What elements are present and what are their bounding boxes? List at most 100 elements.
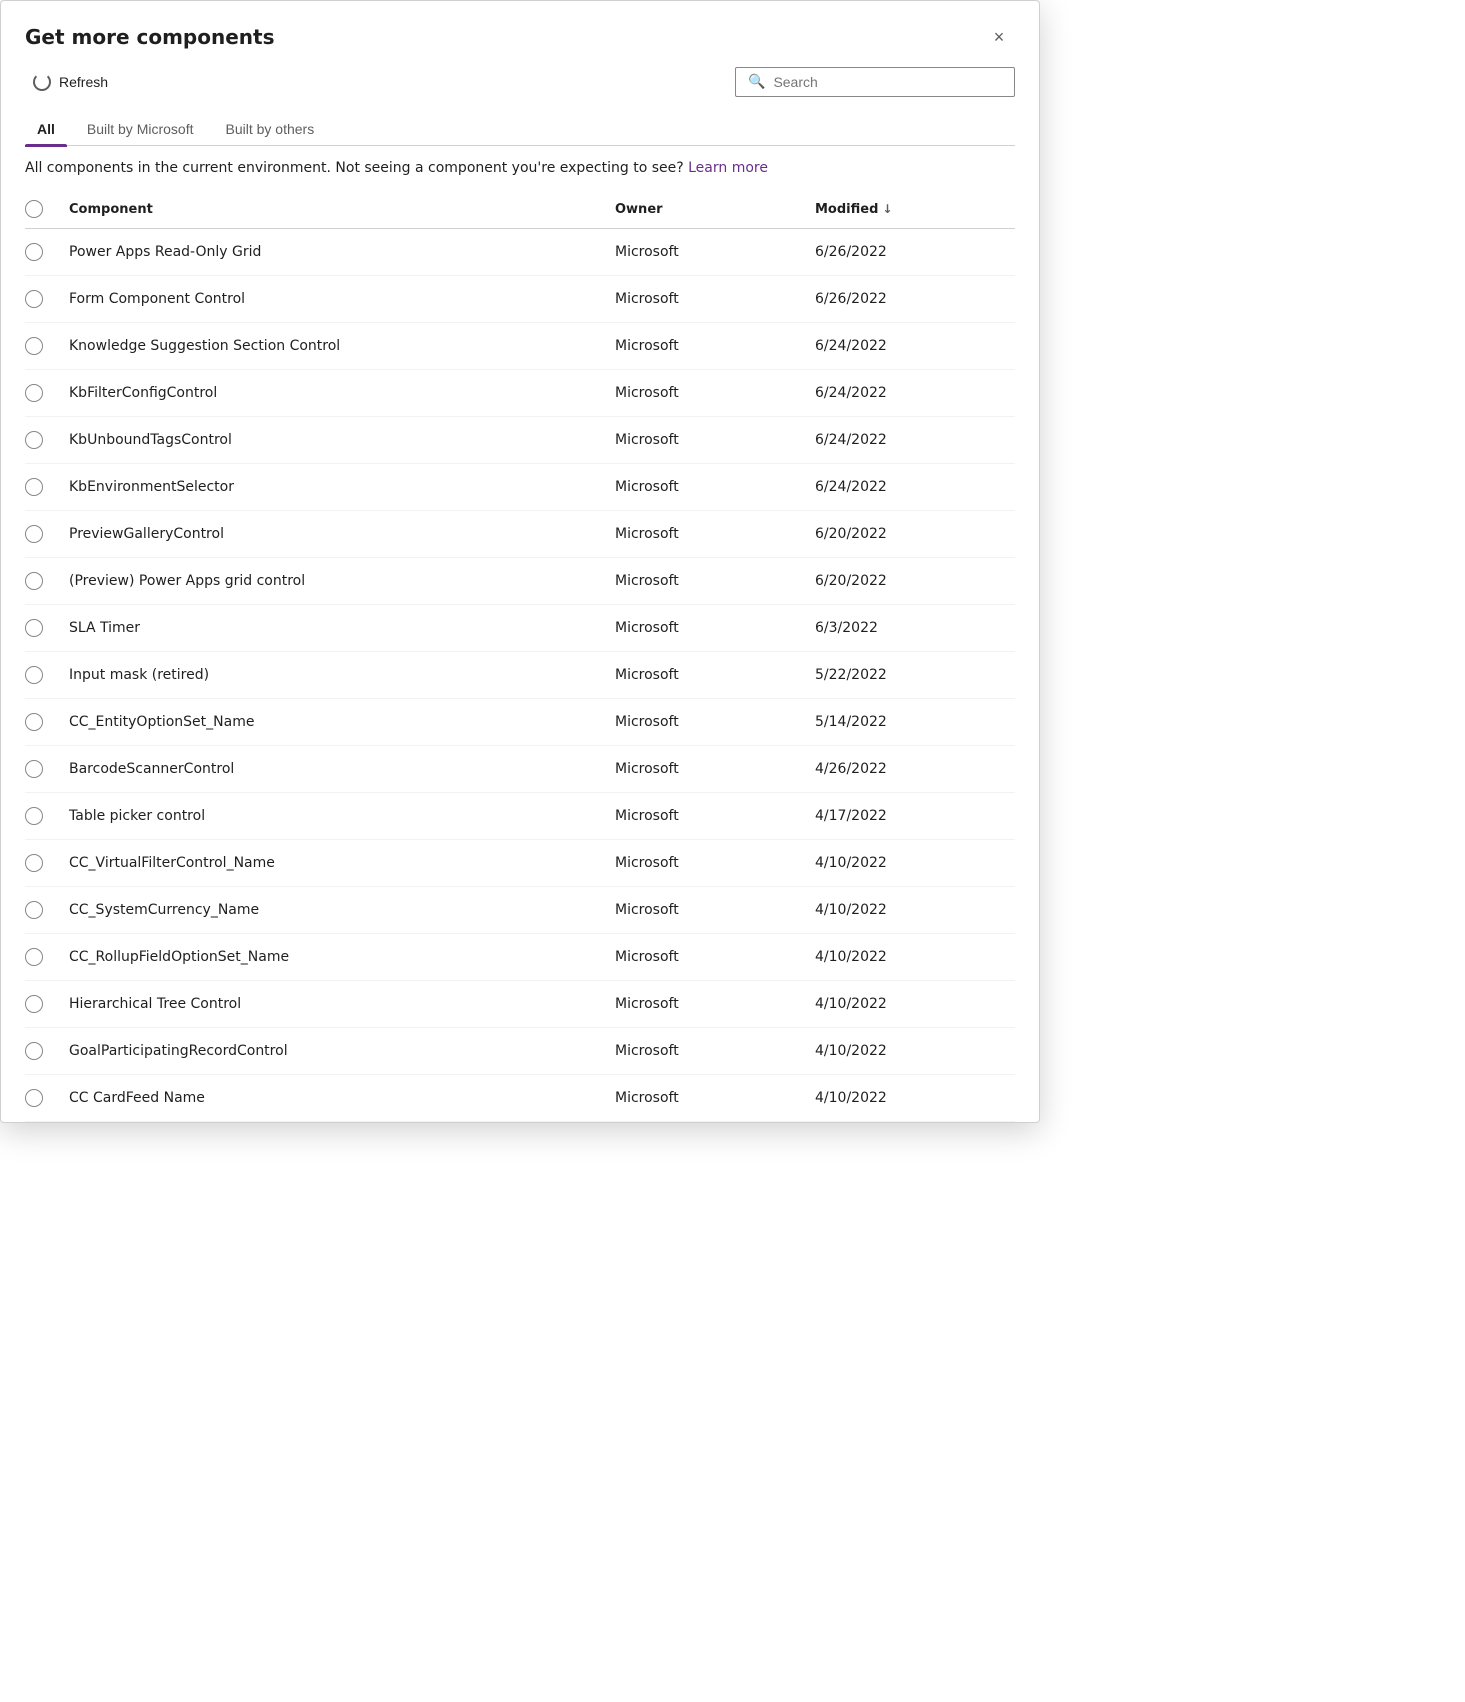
search-box: 🔍 (735, 67, 1015, 97)
col-header-owner: Owner (615, 202, 815, 217)
tab-all[interactable]: All (25, 113, 67, 145)
learn-more-link[interactable]: Learn more (688, 160, 768, 176)
row-checkbox[interactable] (25, 760, 69, 778)
cell-component: KbUnboundTagsControl (69, 432, 615, 448)
cell-owner: Microsoft (615, 667, 815, 683)
tab-built-by-microsoft[interactable]: Built by Microsoft (75, 113, 206, 145)
cell-modified: 6/26/2022 (815, 244, 1015, 260)
checkbox-circle[interactable] (25, 948, 43, 966)
cell-modified: 5/14/2022 (815, 714, 1015, 730)
table-row: Power Apps Read-Only Grid Microsoft 6/26… (25, 229, 1015, 276)
cell-owner: Microsoft (615, 526, 815, 542)
cell-modified: 4/10/2022 (815, 949, 1015, 965)
refresh-label: Refresh (59, 74, 108, 90)
cell-component: Hierarchical Tree Control (69, 996, 615, 1012)
checkbox-circle[interactable] (25, 1042, 43, 1060)
table-row: CC_EntityOptionSet_Name Microsoft 5/14/2… (25, 699, 1015, 746)
header-checkbox[interactable] (25, 200, 43, 218)
cell-modified: 6/3/2022 (815, 620, 1015, 636)
row-checkbox[interactable] (25, 243, 69, 261)
table-row: CC_VirtualFilterControl_Name Microsoft 4… (25, 840, 1015, 887)
row-checkbox[interactable] (25, 525, 69, 543)
checkbox-circle[interactable] (25, 854, 43, 872)
cell-component: Form Component Control (69, 291, 615, 307)
dialog-title: Get more components (25, 25, 274, 49)
cell-owner: Microsoft (615, 338, 815, 354)
table-body: Power Apps Read-Only Grid Microsoft 6/26… (25, 229, 1015, 1122)
table-row: CC_SystemCurrency_Name Microsoft 4/10/20… (25, 887, 1015, 934)
cell-component: GoalParticipatingRecordControl (69, 1043, 615, 1059)
checkbox-circle[interactable] (25, 995, 43, 1013)
checkbox-circle[interactable] (25, 901, 43, 919)
cell-owner: Microsoft (615, 291, 815, 307)
checkbox-circle[interactable] (25, 713, 43, 731)
checkbox-circle[interactable] (25, 243, 43, 261)
checkbox-circle[interactable] (25, 572, 43, 590)
sort-icon: ↓ (882, 202, 892, 216)
checkbox-circle[interactable] (25, 1089, 43, 1107)
table-row: SLA Timer Microsoft 6/3/2022 (25, 605, 1015, 652)
cell-component: CC CardFeed Name (69, 1090, 615, 1106)
row-checkbox[interactable] (25, 995, 69, 1013)
row-checkbox[interactable] (25, 1089, 69, 1107)
cell-component: Power Apps Read-Only Grid (69, 244, 615, 260)
cell-owner: Microsoft (615, 996, 815, 1012)
col-header-modified[interactable]: Modified ↓ (815, 202, 1015, 217)
row-checkbox[interactable] (25, 384, 69, 402)
row-checkbox[interactable] (25, 478, 69, 496)
tab-built-by-others[interactable]: Built by others (213, 113, 326, 145)
checkbox-circle[interactable] (25, 760, 43, 778)
cell-owner: Microsoft (615, 479, 815, 495)
row-checkbox[interactable] (25, 572, 69, 590)
cell-modified: 6/20/2022 (815, 526, 1015, 542)
row-checkbox[interactable] (25, 713, 69, 731)
checkbox-circle[interactable] (25, 384, 43, 402)
row-checkbox[interactable] (25, 901, 69, 919)
cell-owner: Microsoft (615, 808, 815, 824)
cell-modified: 4/10/2022 (815, 996, 1015, 1012)
cell-owner: Microsoft (615, 573, 815, 589)
table-row: GoalParticipatingRecordControl Microsoft… (25, 1028, 1015, 1075)
cell-modified: 4/10/2022 (815, 1043, 1015, 1059)
checkbox-circle[interactable] (25, 525, 43, 543)
cell-modified: 4/17/2022 (815, 808, 1015, 824)
refresh-button[interactable]: Refresh (25, 69, 116, 95)
cell-modified: 6/20/2022 (815, 573, 1015, 589)
cell-component: CC_SystemCurrency_Name (69, 902, 615, 918)
cell-modified: 5/22/2022 (815, 667, 1015, 683)
checkbox-circle[interactable] (25, 478, 43, 496)
row-checkbox[interactable] (25, 666, 69, 684)
row-checkbox[interactable] (25, 619, 69, 637)
close-button[interactable]: × (983, 21, 1015, 53)
cell-modified: 6/24/2022 (815, 338, 1015, 354)
checkbox-circle[interactable] (25, 337, 43, 355)
row-checkbox[interactable] (25, 431, 69, 449)
search-input[interactable] (773, 74, 1002, 90)
table-row: Input mask (retired) Microsoft 5/22/2022 (25, 652, 1015, 699)
cell-component: KbFilterConfigControl (69, 385, 615, 401)
info-text: All components in the current environmen… (25, 160, 684, 176)
cell-modified: 6/24/2022 (815, 385, 1015, 401)
row-checkbox[interactable] (25, 854, 69, 872)
cell-owner: Microsoft (615, 244, 815, 260)
row-checkbox[interactable] (25, 948, 69, 966)
row-checkbox[interactable] (25, 290, 69, 308)
checkbox-circle[interactable] (25, 666, 43, 684)
table-row: KbEnvironmentSelector Microsoft 6/24/202… (25, 464, 1015, 511)
cell-component: BarcodeScannerControl (69, 761, 615, 777)
toolbar: Refresh 🔍 (1, 53, 1039, 97)
cell-owner: Microsoft (615, 761, 815, 777)
row-checkbox[interactable] (25, 337, 69, 355)
select-all-checkbox[interactable] (25, 200, 69, 218)
checkbox-circle[interactable] (25, 619, 43, 637)
row-checkbox[interactable] (25, 807, 69, 825)
table-container: Component Owner Modified ↓ Power Apps Re… (1, 190, 1039, 1122)
refresh-icon (33, 73, 51, 91)
cell-owner: Microsoft (615, 1090, 815, 1106)
info-bar: All components in the current environmen… (1, 146, 1039, 190)
cell-modified: 4/10/2022 (815, 1090, 1015, 1106)
row-checkbox[interactable] (25, 1042, 69, 1060)
checkbox-circle[interactable] (25, 290, 43, 308)
checkbox-circle[interactable] (25, 807, 43, 825)
checkbox-circle[interactable] (25, 431, 43, 449)
